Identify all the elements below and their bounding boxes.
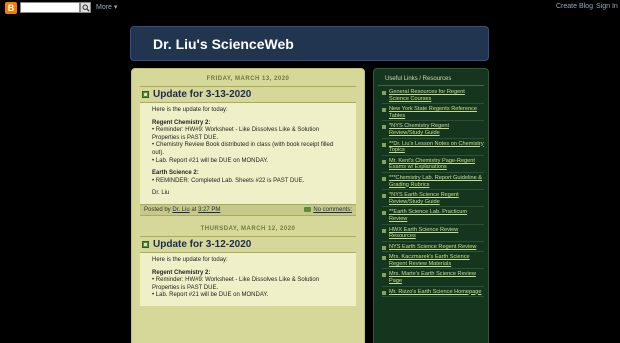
- post-signature: Dr. Liu: [152, 190, 170, 197]
- resource-link[interactable]: **Earth Science Lab. Practicum Review: [389, 209, 484, 222]
- list-item: Mrs. Marte's Earth Science Review Page: [382, 271, 484, 287]
- search-button[interactable]: [80, 2, 91, 13]
- bullet-icon: [382, 273, 386, 278]
- post-footer: Posted by Dr. Liu at 3:27 PM No comments…: [140, 203, 356, 216]
- list-item: New York State Regents Reference Tables: [382, 106, 484, 122]
- resource-link[interactable]: Mrs. Marte's Earth Science Review Page: [389, 271, 484, 284]
- section-heading: Regent Chemistry 2:: [152, 119, 211, 126]
- bullet-icon: [382, 108, 386, 113]
- section-heading: Earth Science 2:: [152, 170, 199, 177]
- comments-link[interactable]: No comments:: [313, 207, 352, 213]
- list-item: NYS Earth Science Regent Review: [382, 244, 484, 253]
- resource-link[interactable]: ***Chemistry Lab. Report Guideline & Gra…: [389, 175, 484, 188]
- list-item: **Dr. Liu's Lesson Notes on Chemistry To…: [382, 141, 484, 156]
- resource-link[interactable]: NYS Earth Science Regent Review: [389, 244, 476, 251]
- list-item: Mr. Rizzo's Earth Science Homepage: [382, 289, 484, 298]
- links-list: General Resources for Regent Science Cou…: [374, 89, 488, 298]
- posted-by-label: Posted by: [144, 206, 171, 213]
- post-intro: Here is the update for today:: [152, 107, 228, 113]
- post-line: • Lab. Report #21 will be DUE on MONDAY.: [152, 157, 269, 164]
- sidebar-title: Useful Links / Resources: [378, 69, 484, 86]
- bullet-icon: [382, 256, 386, 261]
- post-line: • REMINDER: Completed Lab. Sheets #22 is…: [152, 177, 305, 184]
- bullet-icon: [382, 228, 386, 233]
- resource-link[interactable]: New York State Regents Reference Tables: [389, 106, 484, 119]
- bullet-icon: [382, 125, 386, 130]
- resource-link[interactable]: *NYS Chemistry Regent Review/Study Guide: [389, 123, 484, 136]
- bullet-icon: [382, 91, 386, 95]
- post-intro: Here is the update for today:: [152, 256, 228, 263]
- resource-link[interactable]: Mr. Rizzo's Earth Science Homepage: [389, 289, 481, 296]
- list-item: *NYS Chemistry Regent Review/Study Guide: [382, 123, 484, 139]
- post-title[interactable]: Update for 3-13-2020: [153, 89, 251, 100]
- list-item: General Resources for Regent Science Cou…: [382, 89, 484, 105]
- blogger-navbar: B More ▾ Create Blog Sign In: [0, 0, 620, 16]
- blog-title[interactable]: Dr. Liu's ScienceWeb: [153, 36, 294, 52]
- more-menu[interactable]: More ▾: [96, 3, 117, 11]
- sidebar: Useful Links / Resources General Resourc…: [373, 68, 489, 343]
- bullet-icon: [382, 159, 386, 164]
- resource-link[interactable]: General Resources for Regent Science Cou…: [389, 89, 484, 102]
- section-heading: Regent Chemistry 2:: [152, 269, 211, 276]
- post-line: • Chemistry Review Book distributed in c…: [152, 142, 334, 156]
- at-label: at: [191, 206, 197, 213]
- resource-link[interactable]: HWX Earth Science Review Resources: [389, 227, 484, 240]
- post-title[interactable]: Update for 3-12-2020: [153, 239, 251, 250]
- sign-in-link[interactable]: Sign In: [596, 3, 618, 10]
- list-item: HWX Earth Science Review Resources: [382, 227, 484, 242]
- bullet-icon: [382, 290, 386, 295]
- create-blog-link[interactable]: Create Blog: [556, 3, 593, 10]
- list-item: Mr. Kent's Chemistry Page-Regent Exams w…: [382, 158, 484, 173]
- list-item: Mrs. Kaczmarek's Earth Science Regent Re…: [382, 254, 484, 270]
- list-item: *NYS Earth Science Regent Review/Study G…: [382, 192, 484, 208]
- post-body: Here is the update for today: Regent Che…: [140, 252, 356, 306]
- bullet-icon: [382, 176, 386, 181]
- post-title-bar: Update for 3-12-2020: [140, 235, 356, 253]
- bullet-icon: [382, 194, 386, 199]
- blogger-logo-icon[interactable]: B: [5, 2, 17, 14]
- post-icon: [142, 91, 149, 98]
- search-input[interactable]: [20, 2, 80, 13]
- bullet-icon: [382, 142, 386, 147]
- post-time-link[interactable]: 3:27 PM: [198, 207, 220, 213]
- post-line: • Reminder: HW#9: Worksheet - Like Disso…: [152, 127, 320, 141]
- post-title-bar: Update for 3-13-2020: [140, 86, 356, 103]
- post-icon: [142, 240, 149, 248]
- list-item: ***Chemistry Lab. Report Guideline & Gra…: [382, 175, 484, 191]
- bullet-icon: [382, 211, 386, 216]
- comment-icon: [304, 206, 312, 212]
- author-link[interactable]: Dr. Liu: [172, 207, 189, 213]
- blog-header: Dr. Liu's ScienceWeb: [130, 26, 489, 61]
- search-icon: [82, 4, 90, 12]
- main-column: FRIDAY, MARCH 13, 2020 Update for 3-13-2…: [131, 68, 365, 343]
- post-line: • Reminder: HW#9: Worksheet - Like Disso…: [152, 277, 320, 291]
- resource-link[interactable]: *NYS Earth Science Regent Review/Study G…: [389, 192, 484, 205]
- comments-area: No comments:: [304, 206, 352, 213]
- post-date: FRIDAY, MARCH 13, 2020: [206, 76, 290, 82]
- bullet-icon: [382, 245, 386, 250]
- post-line: • Lab. Report #21 will be DUE on MONDAY.: [152, 292, 269, 299]
- post-body: Here is the update for today: Regent Che…: [140, 103, 356, 204]
- resource-link[interactable]: **Dr. Liu's Lesson Notes on Chemistry To…: [389, 141, 484, 154]
- list-item: **Earth Science Lab. Practicum Review: [382, 209, 484, 225]
- post-date: THURSDAY, MARCH 12, 2020: [200, 225, 296, 232]
- resource-link[interactable]: Mrs. Kaczmarek's Earth Science Regent Re…: [389, 254, 484, 267]
- resource-link[interactable]: Mr. Kent's Chemistry Page-Regent Exams w…: [389, 158, 484, 171]
